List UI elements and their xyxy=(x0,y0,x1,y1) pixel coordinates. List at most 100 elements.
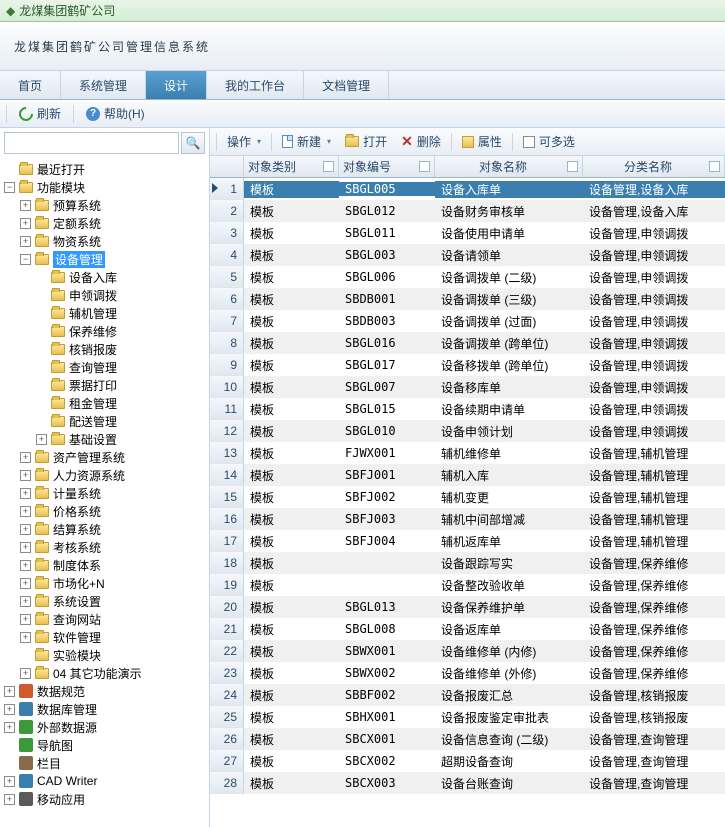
tree-node[interactable]: +CAD Writer xyxy=(0,772,209,790)
table-row[interactable]: 17模板SBFJ004辅机返库单设备管理,辅机管理 xyxy=(210,530,725,552)
tree-node[interactable]: +04 其它功能演示 xyxy=(0,664,209,682)
tree-node[interactable]: 最近打开 xyxy=(0,160,209,178)
tree-node[interactable]: +结算系统 xyxy=(0,520,209,538)
tree-node[interactable]: 设备入库 xyxy=(0,268,209,286)
expander-icon[interactable]: + xyxy=(20,218,31,229)
expander-icon[interactable]: + xyxy=(4,704,15,715)
tree-node[interactable]: 申领调拨 xyxy=(0,286,209,304)
table-row[interactable]: 21模板SBGL008设备返库单设备管理,保养维修 xyxy=(210,618,725,640)
table-row[interactable]: 20模板SBGL013设备保养维护单设备管理,保养维修 xyxy=(210,596,725,618)
tree-node[interactable]: +数据库管理 xyxy=(0,700,209,718)
table-row[interactable]: 9模板SBGL017设备移拨单 (跨单位)设备管理,申领调拨 xyxy=(210,354,725,376)
table-row[interactable]: 1模板SBGL005设备入库单设备管理,设备入库 xyxy=(210,178,725,200)
multi-select-toggle[interactable]: 可多选 xyxy=(517,131,581,152)
filter-icon[interactable] xyxy=(323,161,334,172)
expander-icon[interactable]: − xyxy=(20,254,31,265)
tree-node[interactable]: +价格系统 xyxy=(0,502,209,520)
table-row[interactable]: 18模板设备跟踪写实设备管理,保养维修 xyxy=(210,552,725,574)
tree-node[interactable]: −功能模块 xyxy=(0,178,209,196)
table-row[interactable]: 27模板SBCX002超期设备查询设备管理,查询管理 xyxy=(210,750,725,772)
tree-node[interactable]: 保养维修 xyxy=(0,322,209,340)
tree-node[interactable]: +物资系统 xyxy=(0,232,209,250)
expander-icon[interactable]: + xyxy=(20,632,31,643)
tab-0[interactable]: 首页 xyxy=(0,71,61,99)
expander-icon[interactable]: + xyxy=(20,470,31,481)
tree-node[interactable]: +基础设置 xyxy=(0,430,209,448)
table-row[interactable]: 25模板SBHX001设备报废鉴定审批表设备管理,核销报废 xyxy=(210,706,725,728)
search-button[interactable]: 🔍 xyxy=(181,132,205,154)
tree-node[interactable]: +外部数据源 xyxy=(0,718,209,736)
expander-icon[interactable]: + xyxy=(20,200,31,211)
grid-body[interactable]: 1模板SBGL005设备入库单设备管理,设备入库2模板SBGL012设备财务审核… xyxy=(210,178,725,827)
tree-node[interactable]: 辅机管理 xyxy=(0,304,209,322)
expander-icon[interactable]: + xyxy=(4,722,15,733)
help-button[interactable]: ? 帮助(H) xyxy=(80,103,151,124)
tree-node[interactable]: +资产管理系统 xyxy=(0,448,209,466)
tree-node[interactable]: +考核系统 xyxy=(0,538,209,556)
table-row[interactable]: 5模板SBGL006设备调拨单 (二级)设备管理,申领调拨 xyxy=(210,266,725,288)
table-row[interactable]: 3模板SBGL011设备使用申请单设备管理,申领调拨 xyxy=(210,222,725,244)
table-row[interactable]: 6模板SBDB001设备调拨单 (三级)设备管理,申领调拨 xyxy=(210,288,725,310)
tree-node[interactable]: +预算系统 xyxy=(0,196,209,214)
table-row[interactable]: 7模板SBDB003设备调拨单 (过面)设备管理,申领调拨 xyxy=(210,310,725,332)
col-type[interactable]: 对象类别 xyxy=(244,156,339,177)
tree-node[interactable]: +市场化+N xyxy=(0,574,209,592)
tree-node[interactable]: +人力资源系统 xyxy=(0,466,209,484)
expander-icon[interactable]: + xyxy=(20,524,31,535)
table-row[interactable]: 22模板SBWX001设备维修单 (内修)设备管理,保养维修 xyxy=(210,640,725,662)
tree-node[interactable]: 租金管理 xyxy=(0,394,209,412)
table-row[interactable]: 11模板SBGL015设备续期申请单设备管理,申领调拨 xyxy=(210,398,725,420)
expander-icon[interactable]: + xyxy=(20,560,31,571)
col-cat[interactable]: 分类名称 xyxy=(583,156,725,177)
filter-icon[interactable] xyxy=(419,161,430,172)
tree-node[interactable]: +软件管理 xyxy=(0,628,209,646)
expander-icon[interactable]: + xyxy=(20,668,31,679)
table-row[interactable]: 13模板FJWX001辅机维修单设备管理,辅机管理 xyxy=(210,442,725,464)
tab-2[interactable]: 设计 xyxy=(146,71,207,99)
table-row[interactable]: 14模板SBFJ001辅机入库设备管理,辅机管理 xyxy=(210,464,725,486)
tree-node[interactable]: +制度体系 xyxy=(0,556,209,574)
tree-node[interactable]: 配送管理 xyxy=(0,412,209,430)
tree-node[interactable]: +系统设置 xyxy=(0,592,209,610)
tree-node[interactable]: +查询网站 xyxy=(0,610,209,628)
table-row[interactable]: 2模板SBGL012设备财务审核单设备管理,设备入库 xyxy=(210,200,725,222)
expander-icon[interactable]: + xyxy=(4,776,15,787)
tree-node[interactable]: 实验模块 xyxy=(0,646,209,664)
tree-node[interactable]: 导航图 xyxy=(0,736,209,754)
table-row[interactable]: 28模板SBCX003设备台账查询设备管理,查询管理 xyxy=(210,772,725,794)
expander-icon[interactable]: + xyxy=(20,596,31,607)
table-row[interactable]: 8模板SBGL016设备调拨单 (跨单位)设备管理,申领调拨 xyxy=(210,332,725,354)
tree-node[interactable]: +数据规范 xyxy=(0,682,209,700)
tree-node[interactable]: 票据打印 xyxy=(0,376,209,394)
expander-icon[interactable]: + xyxy=(20,542,31,553)
tab-4[interactable]: 文档管理 xyxy=(304,71,389,99)
filter-icon[interactable] xyxy=(567,161,578,172)
table-row[interactable]: 24模板SBBF002设备报废汇总设备管理,核销报废 xyxy=(210,684,725,706)
expander-icon[interactable]: + xyxy=(20,452,31,463)
expander-icon[interactable]: + xyxy=(20,578,31,589)
tab-1[interactable]: 系统管理 xyxy=(61,71,146,99)
delete-button[interactable]: ✕ 删除 xyxy=(395,131,447,152)
table-row[interactable]: 15模板SBFJ002辅机变更设备管理,辅机管理 xyxy=(210,486,725,508)
expander-icon[interactable]: + xyxy=(20,236,31,247)
refresh-button[interactable]: 刷新 xyxy=(13,103,67,124)
table-row[interactable]: 23模板SBWX002设备维修单 (外修)设备管理,保养维修 xyxy=(210,662,725,684)
expander-icon[interactable]: + xyxy=(20,614,31,625)
expander-icon[interactable]: + xyxy=(4,794,15,805)
tab-3[interactable]: 我的工作台 xyxy=(207,71,304,99)
tree-node[interactable]: 栏目 xyxy=(0,754,209,772)
tree-node[interactable]: 核销报废 xyxy=(0,340,209,358)
props-button[interactable]: 属性 xyxy=(456,131,508,152)
table-row[interactable]: 12模板SBGL010设备申领计划设备管理,申领调拨 xyxy=(210,420,725,442)
filter-icon[interactable] xyxy=(709,161,720,172)
table-row[interactable]: 26模板SBCX001设备信息查询 (二级)设备管理,查询管理 xyxy=(210,728,725,750)
new-button[interactable]: 新建 ▾ xyxy=(276,131,337,152)
table-row[interactable]: 10模板SBGL007设备移库单设备管理,申领调拨 xyxy=(210,376,725,398)
expander-icon[interactable]: + xyxy=(20,488,31,499)
expander-icon[interactable]: + xyxy=(36,434,47,445)
tree-node[interactable]: −设备管理 xyxy=(0,250,209,268)
operate-menu[interactable]: 操作 ▾ xyxy=(221,131,267,152)
nav-tree[interactable]: 最近打开−功能模块+预算系统+定额系统+物资系统−设备管理设备入库申领调拨辅机管… xyxy=(0,158,209,827)
tree-node[interactable]: +计量系统 xyxy=(0,484,209,502)
col-rownum[interactable] xyxy=(210,156,244,177)
